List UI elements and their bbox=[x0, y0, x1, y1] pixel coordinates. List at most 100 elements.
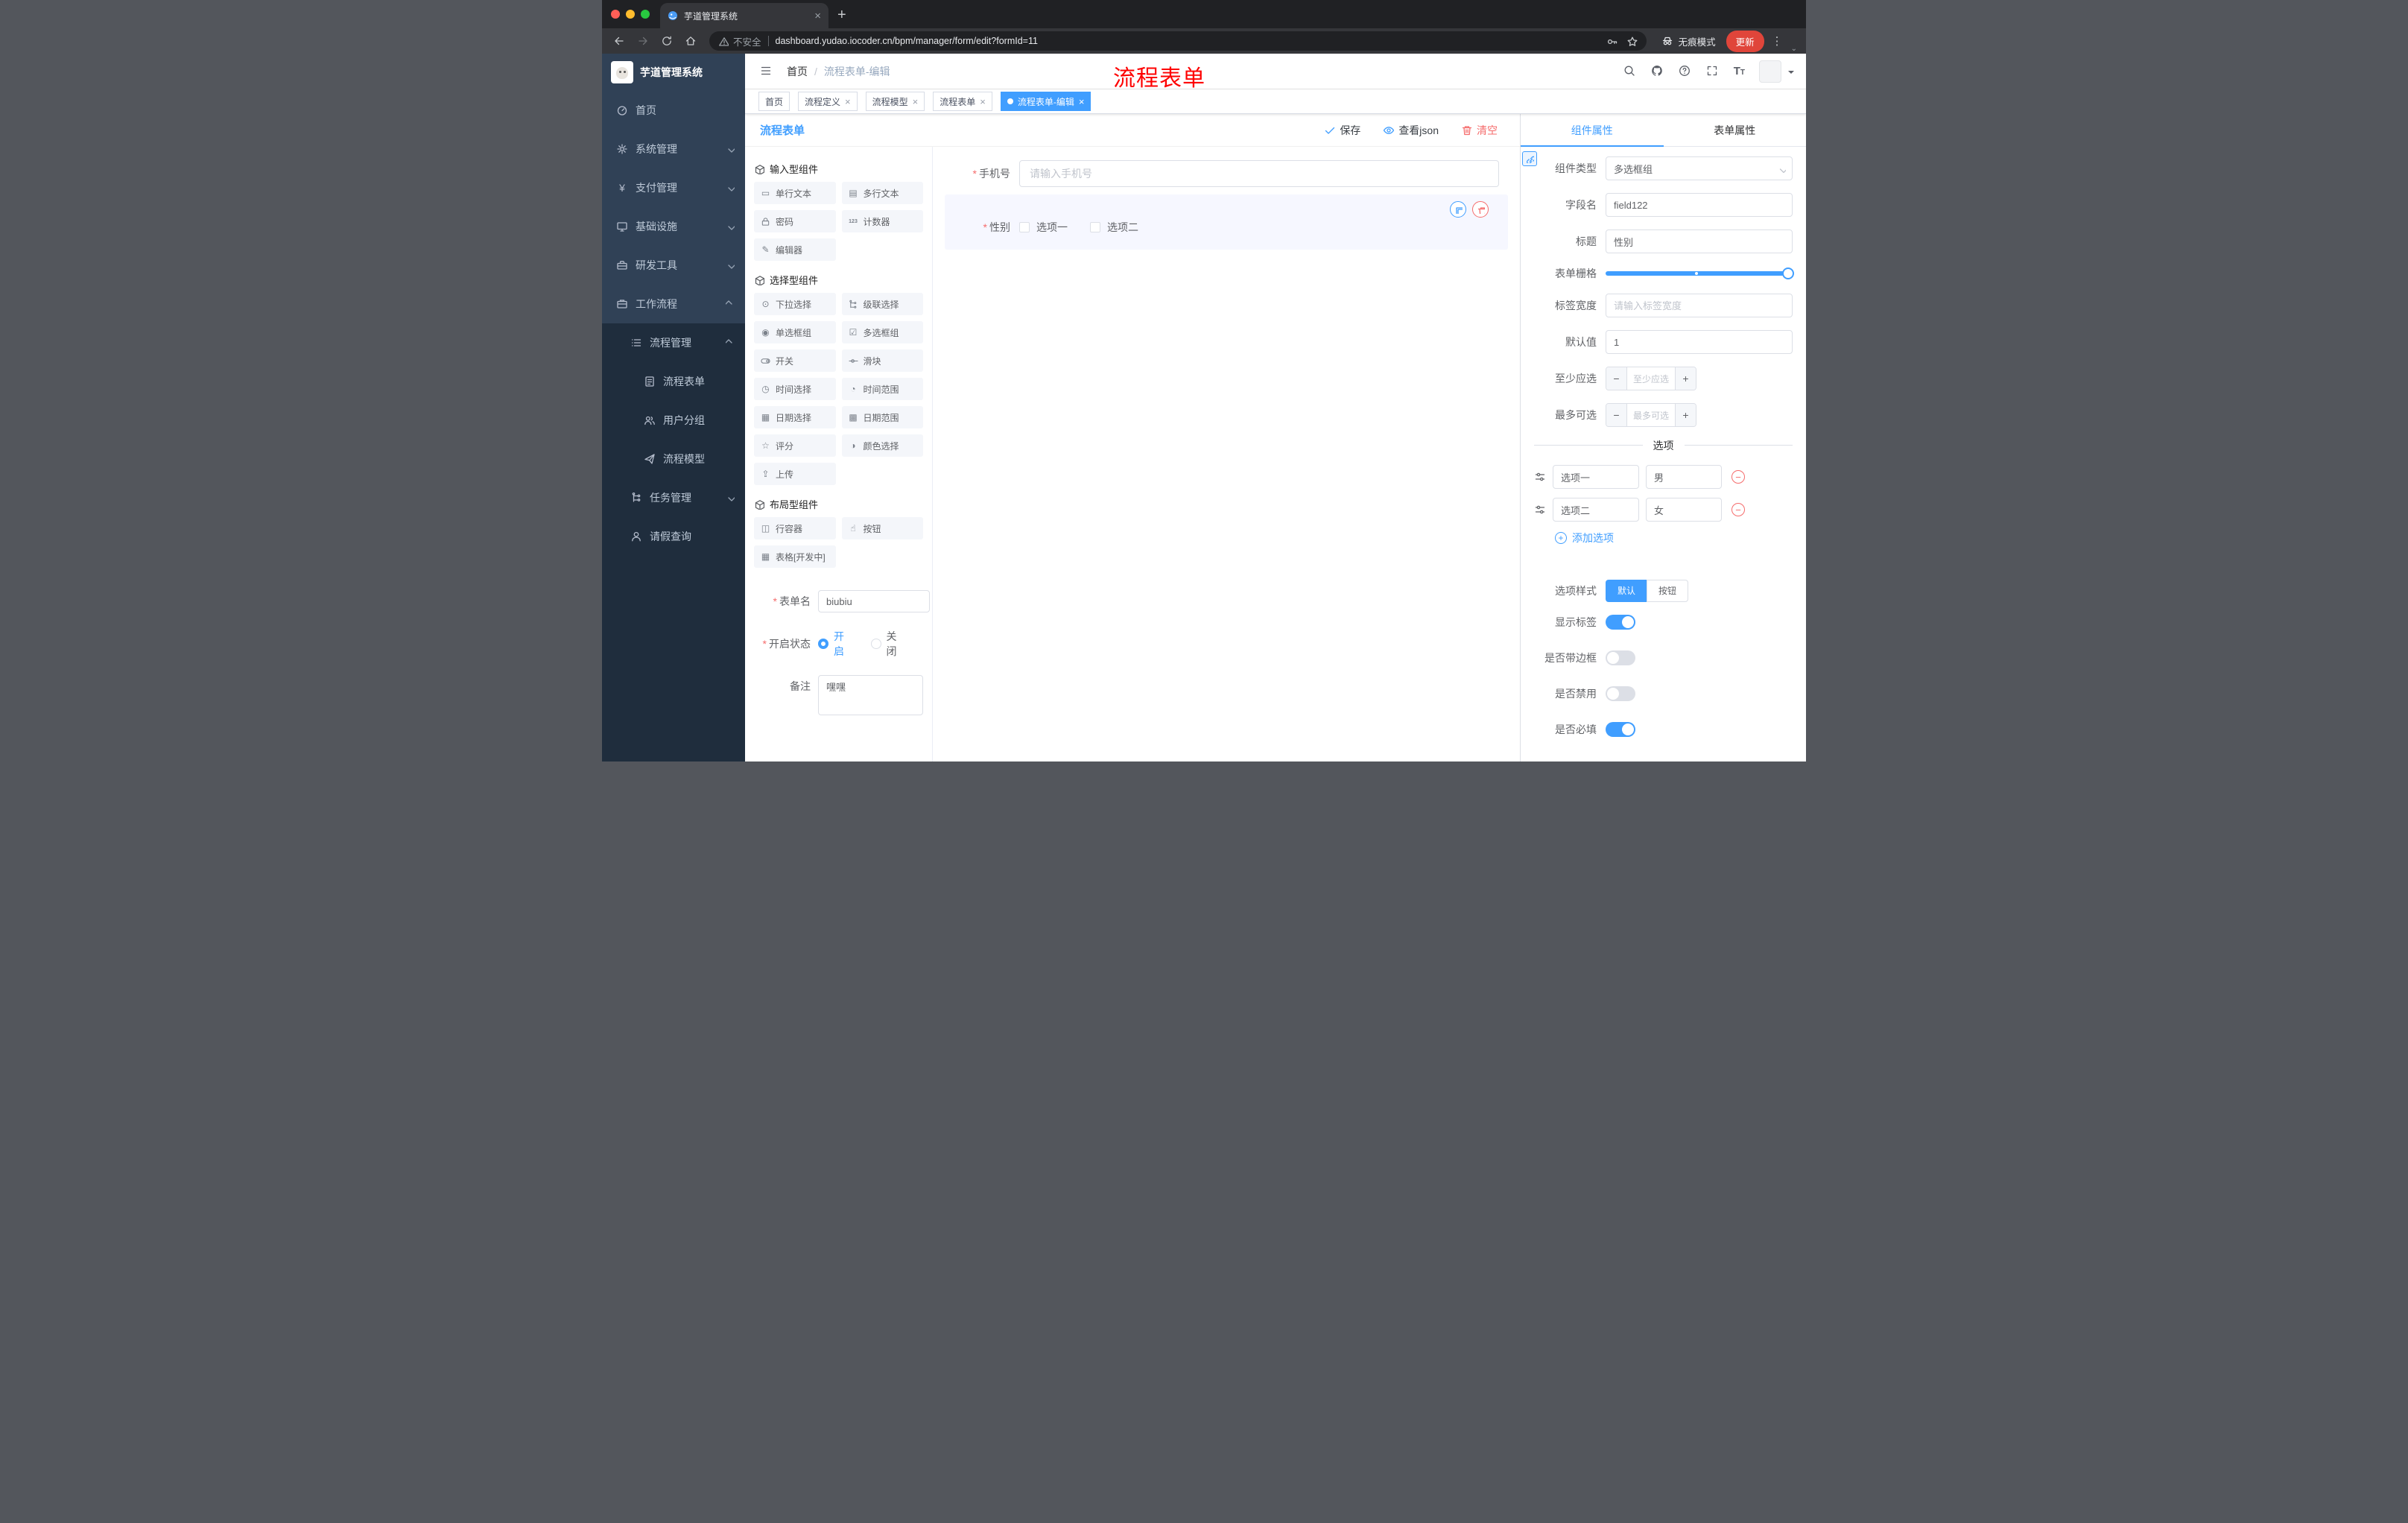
new-tab-button[interactable]: + bbox=[837, 7, 846, 22]
tab-close-icon[interactable]: × bbox=[814, 10, 821, 22]
title-input[interactable] bbox=[1606, 229, 1793, 253]
canvas-field-gender-selected[interactable]: 性别 选项一 选项二 bbox=[945, 194, 1508, 250]
tag-close-icon[interactable]: × bbox=[980, 97, 986, 107]
toolbar-chevron-icon[interactable]: ⌄ bbox=[1791, 45, 1797, 53]
search-icon[interactable] bbox=[1623, 65, 1637, 78]
tag-process-form-edit[interactable]: 流程表单-编辑 × bbox=[1000, 92, 1091, 111]
sidebar-item-infrastructure[interactable]: 基础设施 bbox=[602, 207, 745, 246]
min-select-value[interactable]: 至少应选 bbox=[1627, 367, 1675, 390]
browser-update-button[interactable]: 更新 bbox=[1726, 30, 1764, 52]
phone-field-input[interactable] bbox=[1019, 160, 1499, 187]
palette-item-single-line-text[interactable]: 单行文本 bbox=[754, 182, 836, 204]
tab-component-props[interactable]: 组件属性 bbox=[1521, 114, 1664, 147]
palette-item-time-range[interactable]: 时间范围 bbox=[841, 378, 923, 400]
back-button[interactable] bbox=[609, 31, 629, 51]
palette-item-checkbox-group[interactable]: 多选框组 bbox=[841, 321, 923, 343]
home-button[interactable] bbox=[681, 31, 700, 51]
password-key-icon[interactable] bbox=[1606, 36, 1618, 47]
sidebar-item-leave-query[interactable]: 请假查询 bbox=[602, 517, 745, 556]
option-label-input[interactable] bbox=[1553, 465, 1639, 489]
tag-home[interactable]: 首页 bbox=[758, 92, 790, 111]
increase-button[interactable]: + bbox=[1675, 404, 1696, 426]
hamburger-menu-icon[interactable] bbox=[757, 62, 776, 81]
form-name-input[interactable] bbox=[818, 590, 930, 612]
delete-field-button[interactable] bbox=[1472, 201, 1489, 218]
save-button[interactable]: 保存 bbox=[1324, 123, 1360, 138]
canvas-field-phone[interactable]: 手机号 bbox=[945, 160, 1508, 187]
copy-field-button[interactable] bbox=[1450, 201, 1466, 218]
checkbox[interactable] bbox=[1019, 222, 1030, 232]
palette-item-password[interactable]: 密码 bbox=[754, 210, 836, 232]
default-value-input[interactable] bbox=[1606, 330, 1793, 354]
github-icon[interactable] bbox=[1651, 65, 1664, 78]
style-button-button[interactable]: 按钮 bbox=[1647, 580, 1689, 602]
app-logo-row[interactable]: 芋道管理系统 bbox=[602, 54, 745, 91]
drag-handle-icon[interactable] bbox=[1534, 471, 1546, 483]
sidebar-item-process-form[interactable]: 流程表单 bbox=[602, 362, 745, 401]
palette-item-upload[interactable]: 上传 bbox=[754, 463, 836, 485]
palette-item-radio-group[interactable]: 单选框组 bbox=[754, 321, 836, 343]
tag-close-icon[interactable]: × bbox=[845, 97, 851, 107]
increase-button[interactable]: + bbox=[1675, 367, 1696, 390]
sidebar-item-payment[interactable]: ¥ 支付管理 bbox=[602, 168, 745, 207]
form-remark-textarea[interactable]: 嘿嘿 bbox=[818, 675, 923, 715]
forward-button[interactable] bbox=[633, 31, 653, 51]
max-select-value[interactable]: 最多可选 bbox=[1627, 404, 1675, 426]
label-width-input[interactable] bbox=[1606, 294, 1793, 317]
avatar[interactable] bbox=[1759, 60, 1781, 83]
sidebar-item-process-model[interactable]: 流程模型 bbox=[602, 440, 745, 478]
disabled-switch[interactable] bbox=[1606, 686, 1635, 701]
palette-item-time-picker[interactable]: 时间选择 bbox=[754, 378, 836, 400]
avatar-caret-icon[interactable] bbox=[1788, 70, 1794, 77]
remove-option-icon[interactable]: − bbox=[1731, 470, 1745, 484]
status-off-radio[interactable] bbox=[870, 639, 881, 649]
palette-item-color-picker[interactable]: 颜色选择 bbox=[841, 434, 923, 457]
palette-item-date-range[interactable]: 日期范围 bbox=[841, 406, 923, 428]
tab-form-props[interactable]: 表单属性 bbox=[1664, 114, 1807, 146]
add-option-button[interactable]: + 添加选项 bbox=[1555, 531, 1793, 545]
option-value-input[interactable] bbox=[1646, 465, 1722, 489]
sidebar-item-dev-tools[interactable]: 研发工具 bbox=[602, 246, 745, 285]
palette-item-row-container[interactable]: 行容器 bbox=[754, 517, 836, 539]
status-on-label[interactable]: 开启 bbox=[834, 629, 855, 659]
sidebar-item-workflow[interactable]: 工作流程 bbox=[602, 285, 745, 323]
drag-handle-icon[interactable] bbox=[1534, 504, 1546, 516]
sidebar-item-system[interactable]: 系统管理 bbox=[602, 130, 745, 168]
browser-tab[interactable]: 芋道管理系统 × bbox=[660, 3, 828, 28]
address-bar[interactable]: 不安全 dashboard.yudao.iocoder.cn/bpm/manag… bbox=[709, 31, 1647, 51]
style-default-button[interactable]: 默认 bbox=[1606, 580, 1647, 602]
gender-option-1[interactable]: 选项一 bbox=[1019, 220, 1068, 235]
window-maximize-button[interactable] bbox=[641, 10, 650, 19]
sidebar-item-home[interactable]: 首页 bbox=[602, 91, 745, 130]
remove-option-icon[interactable]: − bbox=[1731, 503, 1745, 516]
help-icon[interactable] bbox=[1679, 65, 1692, 78]
slider-handle[interactable] bbox=[1782, 267, 1794, 279]
window-minimize-button[interactable] bbox=[626, 10, 635, 19]
decrease-button[interactable]: − bbox=[1606, 367, 1627, 390]
palette-item-switch[interactable]: 开关 bbox=[754, 349, 836, 372]
checkbox[interactable] bbox=[1090, 222, 1100, 232]
window-close-button[interactable] bbox=[611, 10, 620, 19]
sidebar-item-user-groups[interactable]: 用户分组 bbox=[602, 401, 745, 440]
form-grid-slider[interactable] bbox=[1606, 267, 1794, 279]
view-json-button[interactable]: 查看json bbox=[1383, 123, 1439, 138]
palette-item-editor[interactable]: 编辑器 bbox=[754, 238, 836, 261]
palette-item-select[interactable]: 下拉选择 bbox=[754, 293, 836, 315]
fullscreen-icon[interactable] bbox=[1706, 65, 1720, 78]
bookmark-star-icon[interactable] bbox=[1626, 36, 1638, 47]
sidebar-item-task-management[interactable]: 任务管理 bbox=[602, 478, 745, 517]
palette-item-cascader[interactable]: 级联选择 bbox=[841, 293, 923, 315]
breadcrumb-home[interactable]: 首页 bbox=[787, 64, 808, 79]
security-warning-icon[interactable] bbox=[718, 36, 729, 46]
sidebar-item-process-management[interactable]: 流程管理 bbox=[602, 323, 745, 362]
clear-button[interactable]: 清空 bbox=[1461, 123, 1498, 138]
required-switch[interactable] bbox=[1606, 722, 1635, 737]
tag-close-icon[interactable]: × bbox=[913, 97, 919, 107]
browser-menu-icon[interactable]: ⋮ bbox=[1769, 34, 1787, 48]
font-size-icon[interactable]: TT bbox=[1734, 66, 1745, 77]
field-name-input[interactable] bbox=[1606, 193, 1793, 217]
border-switch[interactable] bbox=[1606, 650, 1635, 665]
link-icon[interactable] bbox=[1522, 151, 1537, 166]
palette-item-counter[interactable]: 计数器 bbox=[841, 210, 923, 232]
palette-item-textarea[interactable]: 多行文本 bbox=[841, 182, 923, 204]
